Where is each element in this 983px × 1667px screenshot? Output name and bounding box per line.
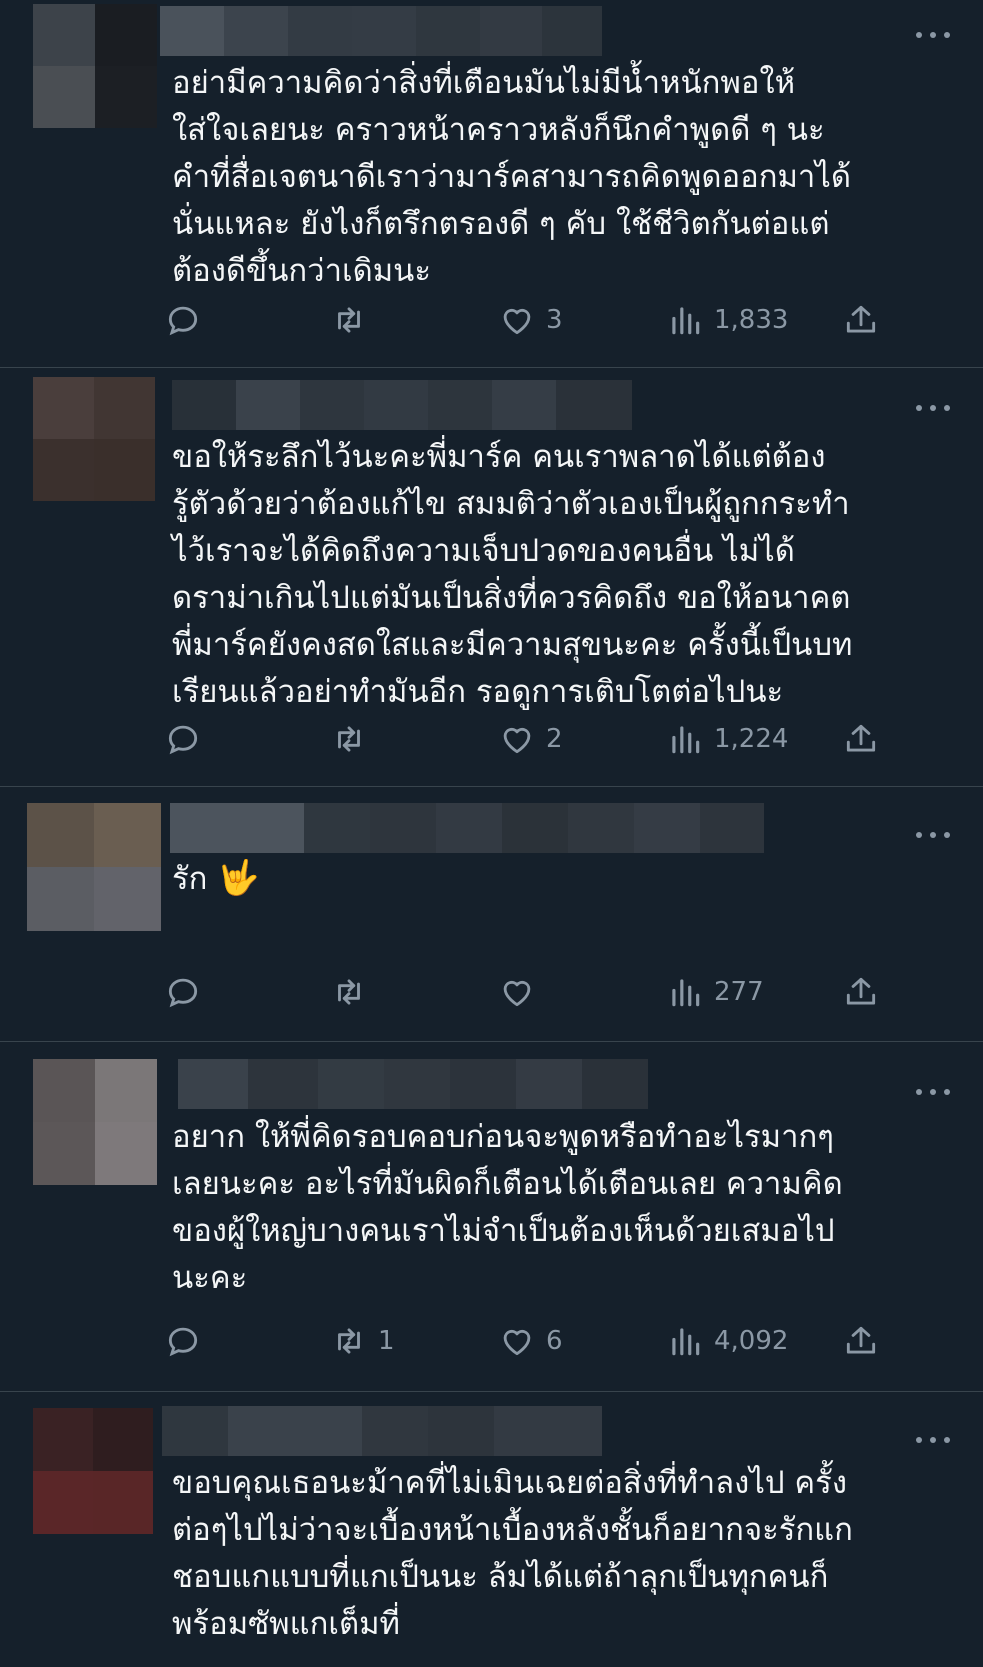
post-text: ขอบคุณเธอนะม้าคที่ไม่เมินเฉยต่อสิ่งที่ทำ… — [172, 1465, 853, 1642]
reply-button[interactable] — [164, 300, 212, 340]
views-button[interactable]: 4,092 — [666, 1321, 788, 1361]
like-button[interactable]: 2 — [498, 719, 563, 759]
post-text: ขอให้ระลึกไว้นะคะพี่มาร์ค คนเราพลาดได้แต… — [172, 439, 853, 710]
post-4[interactable]: อยาก ให้พี่คิดรอบคอบก่อนจะพูดหรือทำอะไรม… — [0, 1042, 983, 1392]
share-button[interactable] — [842, 972, 880, 1012]
reply-button[interactable] — [164, 972, 212, 1012]
bar-chart-icon — [672, 307, 700, 335]
retweet-button[interactable] — [330, 719, 378, 759]
reply-bubble-icon — [168, 725, 198, 755]
retweet-button[interactable] — [330, 972, 378, 1012]
like-button[interactable]: 6 — [498, 1321, 563, 1361]
share-button[interactable] — [842, 719, 880, 759]
post-actions: 1 6 4,092 — [168, 1321, 942, 1361]
reply-bubble-icon — [168, 306, 198, 336]
post-text: รัก 🤟 — [172, 855, 952, 903]
like-count: 6 — [546, 1326, 563, 1356]
like-button[interactable]: 3 — [498, 300, 563, 340]
more-dots-icon[interactable] — [916, 28, 950, 42]
heart-icon — [503, 1329, 531, 1356]
heart-icon — [503, 308, 531, 335]
post-actions: 2 1,224 — [168, 719, 942, 759]
reply-button[interactable] — [164, 719, 212, 759]
bar-chart-icon — [672, 726, 700, 754]
reply-button[interactable] — [164, 1321, 212, 1361]
reply-bubble-icon — [168, 1327, 198, 1357]
share-button[interactable] — [842, 1321, 880, 1361]
blurred-username[interactable] — [178, 1059, 648, 1109]
views-count: 1,224 — [714, 724, 789, 754]
like-button[interactable] — [498, 972, 546, 1012]
blurred-username[interactable] — [172, 380, 632, 430]
post-actions: 277 — [168, 972, 942, 1012]
post-text: อย่ามีความคิดว่าสิ่งที่เตือนมันไม่มีน้ำห… — [172, 65, 852, 289]
retweet-button[interactable] — [330, 300, 378, 340]
share-upload-icon — [846, 305, 876, 333]
retweet-arrows-icon — [338, 307, 360, 333]
avatar[interactable] — [27, 803, 161, 931]
retweet-arrows-icon — [338, 726, 360, 752]
post-text-content: รัก — [172, 861, 208, 897]
post-actions: 3 1,833 — [168, 300, 942, 340]
share-upload-icon — [846, 1326, 876, 1354]
post-3[interactable]: รัก 🤟 277 — [0, 787, 983, 1042]
blurred-username[interactable] — [170, 803, 764, 853]
views-button[interactable]: 277 — [666, 972, 764, 1012]
more-dots-icon[interactable] — [916, 401, 950, 415]
more-dots-icon[interactable] — [916, 828, 950, 842]
views-count: 277 — [714, 977, 764, 1007]
views-count: 4,092 — [714, 1326, 789, 1356]
blurred-username[interactable] — [162, 1406, 602, 1456]
heart-icon — [503, 980, 531, 1007]
views-button[interactable]: 1,833 — [666, 300, 788, 340]
post-1[interactable]: อย่ามีความคิดว่าสิ่งที่เตือนมันไม่มีน้ำห… — [0, 0, 983, 368]
avatar[interactable] — [33, 377, 155, 501]
reply-bubble-icon — [168, 978, 198, 1008]
post-5[interactable]: ขอบคุณเธอนะม้าคที่ไม่เมินเฉยต่อสิ่งที่ทำ… — [0, 1392, 983, 1667]
retweet-arrows-icon — [338, 1328, 360, 1354]
retweet-count: 1 — [378, 1326, 395, 1356]
bar-chart-icon — [672, 979, 700, 1007]
share-button[interactable] — [842, 300, 880, 340]
avatar[interactable] — [33, 1059, 157, 1185]
post-2[interactable]: ขอให้ระลึกไว้นะคะพี่มาร์ค คนเราพลาดได้แต… — [0, 368, 983, 787]
heart-icon — [503, 727, 531, 754]
views-button[interactable]: 1,224 — [666, 719, 788, 759]
like-count: 3 — [546, 305, 563, 335]
share-upload-icon — [846, 977, 876, 1005]
post-text: อยาก ให้พี่คิดรอบคอบก่อนจะพูดหรือทำอะไรม… — [172, 1119, 843, 1296]
retweet-button[interactable]: 1 — [330, 1321, 395, 1361]
more-dots-icon[interactable] — [916, 1085, 950, 1099]
avatar[interactable] — [33, 4, 157, 128]
love-you-gesture-emoji: 🤟 — [217, 858, 260, 898]
share-upload-icon — [846, 724, 876, 752]
retweet-arrows-icon — [338, 979, 360, 1005]
more-dots-icon[interactable] — [916, 1433, 950, 1447]
views-count: 1,833 — [714, 305, 789, 335]
avatar[interactable] — [33, 1408, 153, 1534]
blurred-username[interactable] — [160, 6, 602, 56]
like-count: 2 — [546, 724, 563, 754]
bar-chart-icon — [672, 1328, 700, 1356]
